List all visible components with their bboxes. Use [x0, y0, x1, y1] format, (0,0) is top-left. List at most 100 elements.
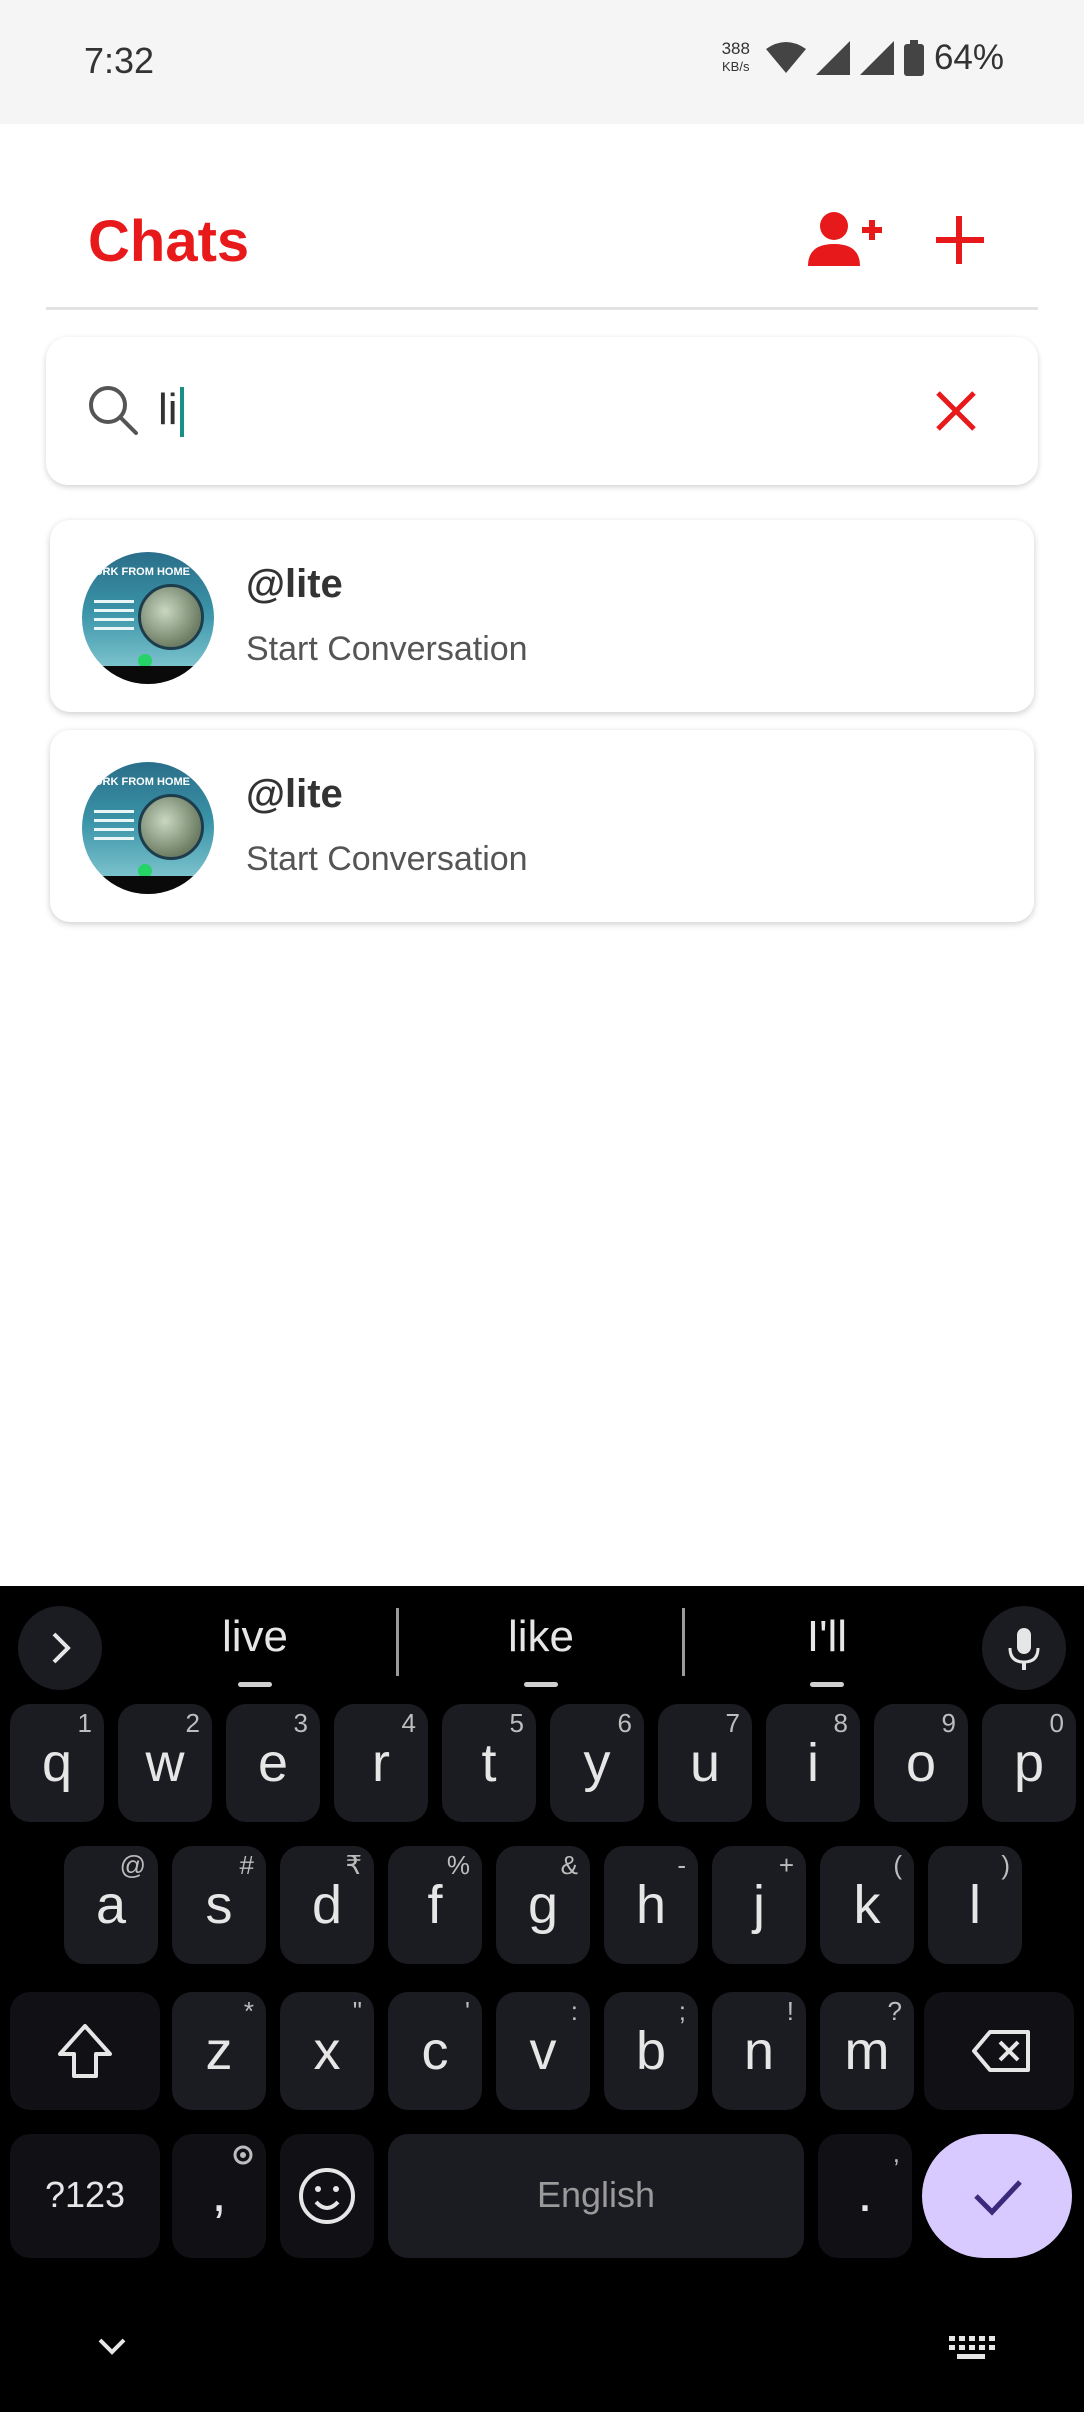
key-l[interactable]: l) — [928, 1846, 1022, 1964]
key-label: d — [311, 1875, 343, 1935]
status-icons: 388 KB/s 64% — [722, 38, 1004, 78]
key-label: w — [145, 1733, 185, 1793]
keyboard-switch-icon[interactable] — [945, 2332, 997, 2362]
key-hint: * — [243, 1996, 254, 2026]
key-label: u — [689, 1733, 721, 1793]
search-icon — [89, 386, 138, 435]
key-f[interactable]: f% — [388, 1846, 482, 1964]
plus-icon — [936, 216, 984, 264]
avatar-footer — [82, 666, 214, 684]
key-u[interactable]: u7 — [658, 1704, 752, 1822]
key-label: t — [481, 1733, 497, 1793]
avatar-text: ORK FROM HOME — [94, 776, 190, 788]
key-label: a — [95, 1875, 127, 1935]
key-hint: 5 — [509, 1708, 524, 1738]
gear-icon — [233, 2145, 253, 2165]
key-label: j — [753, 1875, 765, 1935]
avatar-footer — [82, 876, 214, 894]
key-t[interactable]: t5 — [442, 1704, 536, 1822]
suggestion-2[interactable]: like — [441, 1612, 641, 1662]
enter-button[interactable] — [922, 2134, 1072, 2258]
key-a[interactable]: a @ — [64, 1846, 158, 1964]
key-label: h — [635, 1875, 667, 1935]
list-item[interactable]: ORK FROM HOME @lite Start Conversation — [50, 520, 1034, 712]
search-input[interactable]: li — [158, 385, 184, 438]
space-key[interactable]: English — [388, 2134, 804, 2258]
comma-key-label: , — [211, 2163, 227, 2223]
key-r[interactable]: r4 — [334, 1704, 428, 1822]
chevron-right-icon — [52, 1632, 71, 1664]
key-hint: ) — [1001, 1850, 1010, 1880]
new-chat-button[interactable] — [928, 208, 992, 272]
key-hint: 1 — [77, 1708, 92, 1738]
wifi-icon — [765, 42, 806, 73]
key-h[interactable]: h- — [604, 1846, 698, 1964]
key-hint: " — [352, 1996, 362, 2026]
key-g[interactable]: g & — [496, 1846, 590, 1964]
key-label: v — [529, 2021, 557, 2081]
key-e[interactable]: e3 — [226, 1704, 320, 1822]
contact-subtitle: Start Conversation — [246, 840, 528, 878]
divider — [396, 1608, 399, 1676]
key-hint: % — [446, 1850, 470, 1880]
status-bar: 7:32 388 KB/s 64% — [0, 0, 1084, 124]
suggestion-1[interactable]: live — [155, 1612, 355, 1662]
key-j[interactable]: j + — [712, 1846, 806, 1964]
key-b[interactable]: b; — [604, 1992, 698, 2110]
voice-input-button[interactable] — [982, 1606, 1066, 1690]
suggestion-underline — [238, 1682, 272, 1687]
key-s[interactable]: s # — [172, 1846, 266, 1964]
key-y[interactable]: y6 — [550, 1704, 644, 1822]
key-label: r — [372, 1733, 390, 1793]
key-m[interactable]: m? — [820, 1992, 914, 2110]
text-cursor — [179, 387, 184, 438]
close-icon[interactable] — [930, 385, 982, 437]
key-x[interactable]: x " — [280, 1992, 374, 2110]
comma-key[interactable]: , — [172, 2134, 266, 2258]
key-d[interactable]: d ₹ — [280, 1846, 374, 1964]
backspace-icon — [972, 2030, 1030, 2072]
expand-toolbar-button[interactable] — [18, 1606, 102, 1690]
emoji-key[interactable] — [280, 2134, 374, 2258]
suggestion-3[interactable]: I'll — [727, 1612, 927, 1662]
key-o[interactable]: o9 — [874, 1704, 968, 1822]
key-label: c — [421, 2021, 449, 2081]
key-z[interactable]: z * — [172, 1992, 266, 2110]
key-hint: # — [239, 1850, 254, 1880]
key-p[interactable]: p0 — [982, 1704, 1076, 1822]
key-hint: ! — [786, 1996, 794, 2026]
period-key[interactable]: . , — [818, 2134, 912, 2258]
list-item[interactable]: ORK FROM HOME @lite Start Conversation — [50, 730, 1034, 922]
key-n[interactable]: n! — [712, 1992, 806, 2110]
key-c[interactable]: c ' — [388, 1992, 482, 2110]
signal-icon — [815, 41, 850, 75]
key-i[interactable]: i8 — [766, 1704, 860, 1822]
key-label: m — [844, 2021, 890, 2081]
search-bar: li — [46, 337, 1038, 485]
key-hint: ( — [893, 1850, 902, 1880]
key-label: i — [807, 1733, 819, 1793]
key-hint: 7 — [725, 1708, 740, 1738]
key-label: o — [905, 1733, 937, 1793]
shift-key[interactable] — [10, 1992, 160, 2110]
symbols-key[interactable]: ?123 — [10, 2134, 160, 2258]
network-speed-value: 388 — [721, 39, 750, 58]
period-key-hint: , — [892, 2138, 900, 2168]
key-hint: 2 — [185, 1708, 200, 1738]
shift-icon — [58, 2024, 112, 2078]
key-q[interactable]: q1 — [10, 1704, 104, 1822]
key-k[interactable]: k( — [820, 1846, 914, 1964]
avatar-lines — [94, 810, 134, 850]
chevron-down-icon[interactable] — [92, 2332, 132, 2362]
add-user-button[interactable] — [802, 208, 886, 272]
suggestion-underline — [524, 1682, 558, 1687]
period-key-label: . — [857, 2163, 873, 2223]
key-w[interactable]: w2 — [118, 1704, 212, 1822]
key-label: e — [257, 1733, 289, 1793]
backspace-key[interactable] — [924, 1992, 1074, 2110]
key-v[interactable]: v: — [496, 1992, 590, 2110]
suggestion-strip: live like I'll — [0, 1586, 1084, 1696]
status-time: 7:32 — [84, 40, 155, 81]
key-hint: - — [677, 1850, 686, 1880]
contact-subtitle: Start Conversation — [246, 630, 528, 668]
